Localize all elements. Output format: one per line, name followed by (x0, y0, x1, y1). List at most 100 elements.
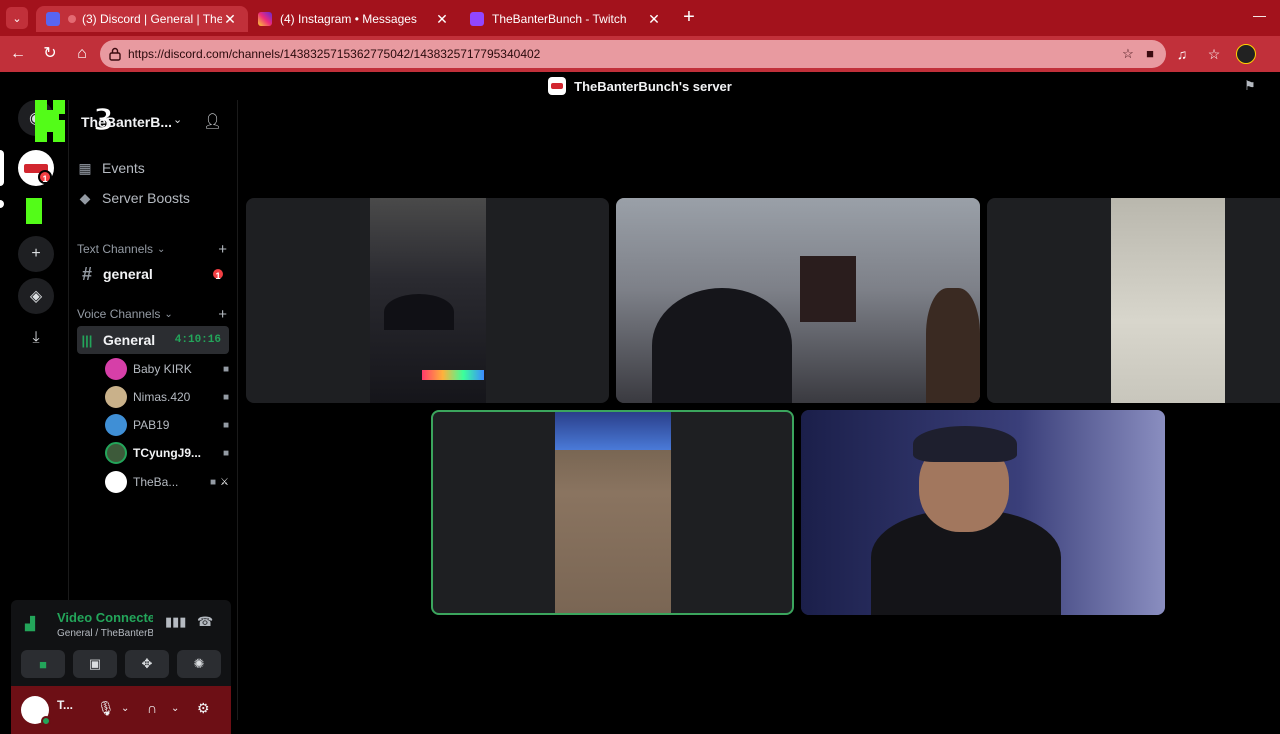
activities-button[interactable]: ✥ (125, 650, 169, 678)
tab-discord[interactable]: (3) Discord | General | TheBan ✕ (36, 6, 248, 32)
rgb-keyboard (422, 370, 484, 380)
bookmark-star-icon[interactable]: ☆ (1120, 46, 1136, 62)
wall-poster (800, 256, 856, 322)
new-tab-button[interactable]: + (678, 7, 700, 29)
video-camera-icon: ■ (222, 447, 229, 459)
direct-messages-icon[interactable]: ◉ (18, 100, 54, 136)
discover-icon[interactable]: ◈ (18, 278, 54, 314)
channel-general-voice[interactable]: ||| General 4:10:16 (77, 326, 229, 354)
tv-screen (555, 412, 671, 450)
video-feed (555, 412, 671, 613)
inbox-flag-icon[interactable]: ⚑ (1244, 78, 1260, 94)
server-boosts-label: Server Boosts (102, 190, 190, 206)
voice-member[interactable]: TheBa... ■ ⚔ (105, 469, 229, 495)
back-icon[interactable]: ← (8, 44, 28, 64)
server-title: TheBanterBunch's server (574, 78, 732, 94)
video-feed (616, 198, 980, 403)
boost-icon: ◆ (79, 189, 91, 206)
voice-member[interactable]: Baby KIRK ■ (105, 356, 229, 382)
twitch-favicon-icon (470, 12, 484, 26)
unread-server-indicator (0, 200, 4, 208)
category-label: Voice Channels (77, 307, 161, 321)
server-title-bar: TheBanterBunch's server (0, 72, 1280, 100)
add-server-icon[interactable]: + (18, 236, 54, 272)
home-icon[interactable]: ⌂ (72, 44, 92, 64)
video-tile[interactable] (616, 198, 980, 403)
user-panel: T... 🎙︎ ⌄ ∩ ⌄ ⚙ (11, 686, 231, 734)
username: T... (57, 698, 74, 712)
kick-logo-icon (26, 198, 42, 224)
server-kick[interactable] (18, 194, 54, 230)
video-camera-icon: ■ (222, 391, 229, 403)
tab-twitch[interactable]: TheBanterBunch - Twitch ✕ (460, 6, 672, 32)
chevron-down-icon: ⌄ (157, 243, 166, 255)
video-feed (801, 410, 1165, 615)
member-name: PAB19 (133, 418, 170, 432)
selected-server-indicator (0, 150, 4, 186)
member-name: Nimas.420 (133, 390, 191, 404)
avatar (105, 414, 127, 436)
video-tile-focused[interactable] (431, 410, 794, 615)
invite-people-icon[interactable]: 👤︎ (203, 112, 222, 130)
reload-icon[interactable]: ↻ (40, 44, 60, 64)
media-control-icon[interactable]: ♫ (1172, 44, 1192, 64)
chevron-down-icon[interactable]: ⌄ (121, 703, 129, 714)
address-bar[interactable]: https://discord.com/channels/14383257153… (100, 40, 1166, 68)
video-camera-icon: ■ (222, 419, 229, 431)
add-channel-icon[interactable]: + (218, 241, 227, 258)
video-feed (1111, 198, 1225, 403)
download-icon[interactable]: ⤓ (18, 320, 54, 356)
avatar (105, 442, 127, 464)
avatar (105, 358, 127, 380)
video-camera-icon: ■ (209, 476, 217, 488)
chevron-down-icon[interactable]: ⌄ (173, 113, 182, 126)
site-info-icon[interactable] (109, 47, 121, 61)
noise-suppression-icon[interactable]: ▮▮▮ (165, 614, 186, 630)
category-text-channels[interactable]: Text Channels ⌄ + (77, 239, 227, 259)
tab-instagram[interactable]: (4) Instagram • Messages ✕ (248, 6, 460, 32)
avatar (105, 471, 127, 493)
unread-badge: 1 (211, 267, 225, 281)
channel-sidebar: 3 TheBanterB... ⌄ 👤︎ ▦ Events ◆ Server B… (11, 100, 239, 734)
server-banterbunch[interactable]: 1 (18, 150, 54, 186)
settings-gear-icon[interactable]: ⚙ (197, 700, 210, 717)
screen-share-button[interactable]: ▣ (73, 650, 117, 678)
channel-name: General (103, 332, 156, 348)
events-item[interactable]: ▦ Events (77, 155, 227, 181)
voice-member[interactable]: Nimas.420 ■ (105, 384, 229, 410)
voice-channel-info[interactable]: General / TheBanterBunch's server (57, 628, 153, 639)
category-label: Text Channels (77, 242, 154, 256)
close-icon[interactable]: ✕ (222, 11, 238, 28)
video-tile[interactable] (987, 198, 1280, 403)
chevron-down-icon[interactable]: ⌄ (171, 703, 179, 714)
voice-member[interactable]: TCyungJ9... ■ (105, 440, 229, 466)
disconnect-icon[interactable]: ☎ (197, 614, 213, 630)
headphones-icon[interactable]: ∩ (147, 700, 157, 716)
chevron-down-icon: ⌄ (164, 308, 173, 320)
favorites-icon[interactable]: ☆ (1204, 44, 1224, 64)
camera-button[interactable]: ■ (21, 650, 65, 678)
discord-app: TheBanterBunch's server ⚑ ◉ 1 + ◈ ⤓ 3 Th… (0, 72, 1280, 734)
add-channel-icon[interactable]: + (218, 306, 227, 323)
events-label: Events (102, 160, 145, 176)
server-boosts-item[interactable]: ◆ Server Boosts (77, 185, 227, 211)
profile-avatar[interactable] (1236, 44, 1256, 64)
camera-in-use-icon[interactable]: ■ (1142, 46, 1158, 62)
voice-connection-panel: ▟ Video Connected General / TheBanterBun… (11, 600, 231, 686)
video-tile[interactable] (246, 198, 609, 403)
category-voice-channels[interactable]: Voice Channels ⌄ + (77, 304, 227, 324)
soundboard-button[interactable]: ✺ (177, 650, 221, 678)
tab-title: (3) Discord | General | TheBan (82, 12, 222, 26)
close-icon[interactable]: ✕ (434, 11, 450, 28)
video-tile[interactable] (801, 410, 1165, 615)
microphone-icon[interactable]: 🎙︎ (97, 700, 115, 717)
minimize-icon[interactable]: — (1253, 8, 1266, 23)
voice-member[interactable]: PAB19 ■ (105, 412, 229, 438)
online-status-icon (41, 716, 51, 726)
tab-search-chevron-icon[interactable]: ⌄ (6, 7, 28, 29)
channel-general-text[interactable]: # general 1 (77, 260, 229, 288)
server-header[interactable]: 3 TheBanterB... ⌄ 👤︎ (35, 100, 239, 142)
tab-title: (4) Instagram • Messages (280, 12, 417, 26)
connection-signal-icon[interactable]: ▟ (25, 616, 35, 632)
close-icon[interactable]: ✕ (646, 11, 662, 28)
